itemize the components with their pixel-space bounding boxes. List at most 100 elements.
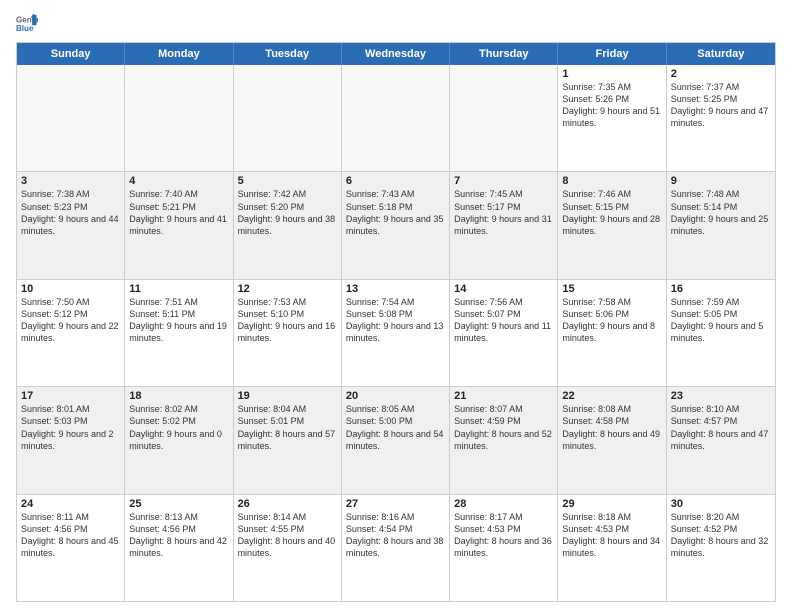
cell-info: Sunrise: 7:46 AMSunset: 5:15 PMDaylight:… [562,188,661,237]
day-number: 10 [21,283,120,295]
cell-info: Sunrise: 7:37 AMSunset: 5:25 PMDaylight:… [671,81,771,130]
day-number: 18 [129,390,228,402]
day-number: 30 [671,498,771,510]
logo: General Blue [16,12,40,34]
day-cell-1: 1Sunrise: 7:35 AMSunset: 5:26 PMDaylight… [558,65,666,171]
day-cell-13: 13Sunrise: 7:54 AMSunset: 5:08 PMDayligh… [342,280,450,386]
svg-text:Blue: Blue [16,24,34,33]
weekday-header-wednesday: Wednesday [342,43,450,65]
cell-info: Sunrise: 8:01 AMSunset: 5:03 PMDaylight:… [21,403,120,452]
day-cell-3: 3Sunrise: 7:38 AMSunset: 5:23 PMDaylight… [17,172,125,278]
header: General Blue [16,12,776,34]
day-cell-2: 2Sunrise: 7:37 AMSunset: 5:25 PMDaylight… [667,65,775,171]
day-number: 29 [562,498,661,510]
cell-info: Sunrise: 8:17 AMSunset: 4:53 PMDaylight:… [454,511,553,560]
day-number: 4 [129,175,228,187]
day-number: 27 [346,498,445,510]
cell-info: Sunrise: 8:11 AMSunset: 4:56 PMDaylight:… [21,511,120,560]
day-cell-19: 19Sunrise: 8:04 AMSunset: 5:01 PMDayligh… [234,387,342,493]
day-cell-9: 9Sunrise: 7:48 AMSunset: 5:14 PMDaylight… [667,172,775,278]
day-cell-4: 4Sunrise: 7:40 AMSunset: 5:21 PMDaylight… [125,172,233,278]
calendar-row-1: 1Sunrise: 7:35 AMSunset: 5:26 PMDaylight… [17,65,775,172]
cell-info: Sunrise: 8:08 AMSunset: 4:58 PMDaylight:… [562,403,661,452]
day-cell-6: 6Sunrise: 7:43 AMSunset: 5:18 PMDaylight… [342,172,450,278]
day-cell-22: 22Sunrise: 8:08 AMSunset: 4:58 PMDayligh… [558,387,666,493]
day-cell-7: 7Sunrise: 7:45 AMSunset: 5:17 PMDaylight… [450,172,558,278]
day-cell-12: 12Sunrise: 7:53 AMSunset: 5:10 PMDayligh… [234,280,342,386]
cell-info: Sunrise: 8:13 AMSunset: 4:56 PMDaylight:… [129,511,228,560]
day-cell-17: 17Sunrise: 8:01 AMSunset: 5:03 PMDayligh… [17,387,125,493]
cell-info: Sunrise: 8:04 AMSunset: 5:01 PMDaylight:… [238,403,337,452]
day-number: 17 [21,390,120,402]
cell-info: Sunrise: 7:43 AMSunset: 5:18 PMDaylight:… [346,188,445,237]
day-number: 22 [562,390,661,402]
logo-icon: General Blue [16,12,38,34]
day-number: 9 [671,175,771,187]
day-number: 3 [21,175,120,187]
day-number: 12 [238,283,337,295]
day-number: 14 [454,283,553,295]
day-number: 19 [238,390,337,402]
day-cell-16: 16Sunrise: 7:59 AMSunset: 5:05 PMDayligh… [667,280,775,386]
day-cell-5: 5Sunrise: 7:42 AMSunset: 5:20 PMDaylight… [234,172,342,278]
day-number: 5 [238,175,337,187]
day-number: 11 [129,283,228,295]
cell-info: Sunrise: 7:40 AMSunset: 5:21 PMDaylight:… [129,188,228,237]
day-number: 8 [562,175,661,187]
day-cell-8: 8Sunrise: 7:46 AMSunset: 5:15 PMDaylight… [558,172,666,278]
cell-info: Sunrise: 7:38 AMSunset: 5:23 PMDaylight:… [21,188,120,237]
page: General Blue SundayMondayTuesdayWednesda… [0,0,792,612]
cell-info: Sunrise: 8:18 AMSunset: 4:53 PMDaylight:… [562,511,661,560]
day-number: 13 [346,283,445,295]
day-cell-27: 27Sunrise: 8:16 AMSunset: 4:54 PMDayligh… [342,495,450,601]
day-number: 25 [129,498,228,510]
empty-cell [342,65,450,171]
cell-info: Sunrise: 7:54 AMSunset: 5:08 PMDaylight:… [346,296,445,345]
empty-cell [17,65,125,171]
day-cell-14: 14Sunrise: 7:56 AMSunset: 5:07 PMDayligh… [450,280,558,386]
day-cell-28: 28Sunrise: 8:17 AMSunset: 4:53 PMDayligh… [450,495,558,601]
empty-cell [234,65,342,171]
day-cell-15: 15Sunrise: 7:58 AMSunset: 5:06 PMDayligh… [558,280,666,386]
weekday-header-thursday: Thursday [450,43,558,65]
weekday-header-saturday: Saturday [667,43,775,65]
cell-info: Sunrise: 8:07 AMSunset: 4:59 PMDaylight:… [454,403,553,452]
day-number: 7 [454,175,553,187]
day-number: 26 [238,498,337,510]
day-cell-11: 11Sunrise: 7:51 AMSunset: 5:11 PMDayligh… [125,280,233,386]
day-cell-25: 25Sunrise: 8:13 AMSunset: 4:56 PMDayligh… [125,495,233,601]
day-number: 24 [21,498,120,510]
day-cell-24: 24Sunrise: 8:11 AMSunset: 4:56 PMDayligh… [17,495,125,601]
weekday-header-tuesday: Tuesday [234,43,342,65]
cell-info: Sunrise: 7:50 AMSunset: 5:12 PMDaylight:… [21,296,120,345]
calendar-row-2: 3Sunrise: 7:38 AMSunset: 5:23 PMDaylight… [17,172,775,279]
cell-info: Sunrise: 8:10 AMSunset: 4:57 PMDaylight:… [671,403,771,452]
cell-info: Sunrise: 7:35 AMSunset: 5:26 PMDaylight:… [562,81,661,130]
calendar-row-3: 10Sunrise: 7:50 AMSunset: 5:12 PMDayligh… [17,280,775,387]
weekday-header-friday: Friday [558,43,666,65]
cell-info: Sunrise: 8:05 AMSunset: 5:00 PMDaylight:… [346,403,445,452]
day-number: 28 [454,498,553,510]
calendar-header: SundayMondayTuesdayWednesdayThursdayFrid… [17,43,775,65]
day-cell-29: 29Sunrise: 8:18 AMSunset: 4:53 PMDayligh… [558,495,666,601]
cell-info: Sunrise: 7:51 AMSunset: 5:11 PMDaylight:… [129,296,228,345]
cell-info: Sunrise: 7:58 AMSunset: 5:06 PMDaylight:… [562,296,661,345]
day-cell-26: 26Sunrise: 8:14 AMSunset: 4:55 PMDayligh… [234,495,342,601]
day-number: 15 [562,283,661,295]
day-cell-30: 30Sunrise: 8:20 AMSunset: 4:52 PMDayligh… [667,495,775,601]
cell-info: Sunrise: 8:14 AMSunset: 4:55 PMDaylight:… [238,511,337,560]
day-number: 23 [671,390,771,402]
day-cell-20: 20Sunrise: 8:05 AMSunset: 5:00 PMDayligh… [342,387,450,493]
day-number: 6 [346,175,445,187]
day-cell-18: 18Sunrise: 8:02 AMSunset: 5:02 PMDayligh… [125,387,233,493]
day-cell-21: 21Sunrise: 8:07 AMSunset: 4:59 PMDayligh… [450,387,558,493]
day-number: 2 [671,68,771,80]
cell-info: Sunrise: 8:16 AMSunset: 4:54 PMDaylight:… [346,511,445,560]
cell-info: Sunrise: 8:02 AMSunset: 5:02 PMDaylight:… [129,403,228,452]
day-number: 16 [671,283,771,295]
day-number: 21 [454,390,553,402]
calendar-body: 1Sunrise: 7:35 AMSunset: 5:26 PMDaylight… [17,65,775,601]
day-cell-10: 10Sunrise: 7:50 AMSunset: 5:12 PMDayligh… [17,280,125,386]
cell-info: Sunrise: 7:53 AMSunset: 5:10 PMDaylight:… [238,296,337,345]
empty-cell [450,65,558,171]
